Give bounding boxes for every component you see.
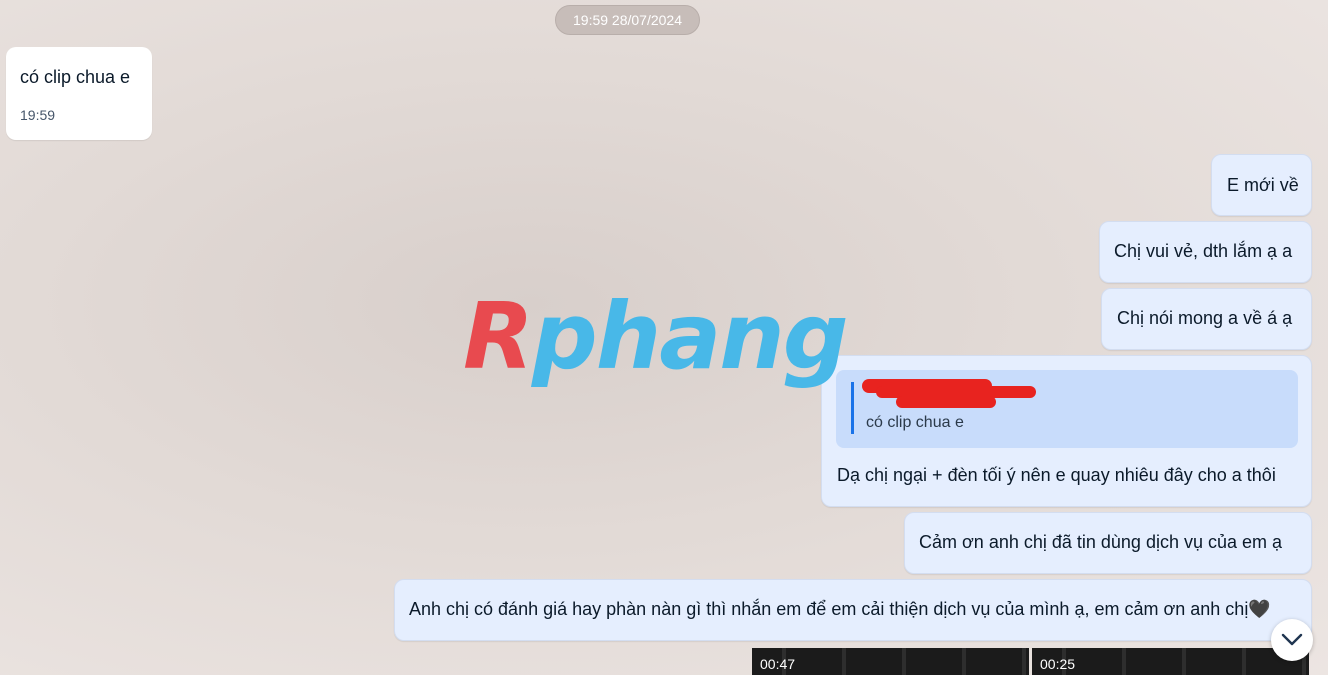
outgoing-message[interactable]: Chị nói mong a về á ạ — [1101, 288, 1312, 350]
outgoing-reply-message[interactable]: có clip chua e Dạ chị ngại + đèn tối ý n… — [821, 355, 1312, 507]
message-text: Chị vui vẻ, dth lắm ạ a — [1114, 241, 1293, 261]
message-text: Chị nói mong a về á ạ — [1117, 308, 1293, 328]
scroll-to-bottom-button[interactable] — [1271, 619, 1313, 661]
message-text: Dạ chị ngại + đèn tối ý nên e quay nhiêu… — [837, 465, 1276, 485]
message-time: 19:59 — [20, 107, 56, 123]
video-duration: 00:25 — [1040, 656, 1076, 672]
watermark-letter: R — [463, 283, 534, 390]
chat-area: 19:59 28/07/2024 có clip chua e 19:59 E … — [0, 0, 1328, 675]
quoted-text: có clip chua e — [866, 414, 964, 431]
outgoing-message[interactable]: Chị vui vẻ, dth lắm ạ a — [1099, 221, 1312, 283]
watermark-text: phang — [531, 283, 849, 390]
watermark-logo: Rphang — [463, 282, 873, 392]
video-thumbnail[interactable]: 00:47 — [752, 648, 1029, 675]
date-separator: 19:59 28/07/2024 — [555, 5, 700, 35]
chevron-down-icon — [1281, 633, 1303, 646]
outgoing-message[interactable]: Cảm ơn anh chị đã tin dùng dịch vụ của e… — [904, 512, 1312, 574]
video-thumbnail[interactable]: 00:25 — [1032, 648, 1309, 675]
message-text: Cảm ơn anh chị đã tin dùng dịch vụ của e… — [919, 532, 1283, 552]
video-duration: 00:47 — [760, 656, 796, 672]
incoming-message[interactable]: có clip chua e 19:59 — [6, 47, 152, 140]
message-text: Anh chị có đánh giá hay phàn nàn gì thì … — [409, 599, 1271, 619]
outgoing-message[interactable]: Anh chị có đánh giá hay phàn nàn gì thì … — [394, 579, 1312, 641]
message-text: có clip chua e — [20, 67, 131, 87]
redacted-name — [896, 396, 996, 408]
quoted-message[interactable]: có clip chua e — [836, 370, 1298, 448]
outgoing-message[interactable]: E mới về — [1211, 154, 1312, 216]
message-text: E mới về — [1227, 175, 1299, 195]
